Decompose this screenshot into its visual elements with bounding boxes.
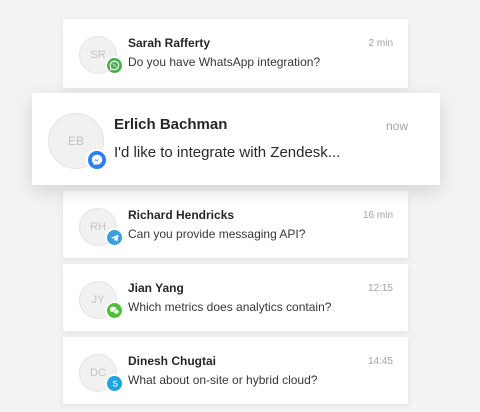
- conversation-item[interactable]: SR Sarah Rafferty Do you have WhatsApp i…: [63, 19, 408, 88]
- timestamp: 2 min: [368, 38, 393, 49]
- contact-name: Erlich Bachman: [114, 116, 228, 133]
- message-preview: What about on-site or hybrid cloud?: [128, 373, 318, 387]
- conversation-item[interactable]: JY Jian Yang Which metrics does analytic…: [63, 264, 408, 331]
- contact-name: Sarah Rafferty: [128, 36, 211, 50]
- conversation-item[interactable]: DC Dinesh Chugtai What about on-site or …: [63, 337, 408, 404]
- conversation-item[interactable]: RH Richard Hendricks Can you provide mes…: [63, 191, 408, 258]
- skype-icon: [105, 374, 124, 393]
- whatsapp-icon: [105, 56, 124, 75]
- avatar-initials: DC: [90, 367, 106, 379]
- message-preview: Can you provide messaging API?: [128, 227, 306, 241]
- avatar-initials: SR: [90, 49, 106, 61]
- timestamp: 16 min: [362, 210, 393, 221]
- wechat-icon: [105, 301, 124, 320]
- timestamp: now: [385, 119, 408, 133]
- contact-name: Dinesh Chugtai: [128, 354, 217, 368]
- timestamp: 14:45: [367, 356, 393, 367]
- messenger-icon: [86, 149, 108, 171]
- message-preview: I'd like to integrate with Zendesk...: [114, 144, 341, 161]
- contact-name: Jian Yang: [128, 281, 184, 295]
- avatar-initials: JY: [91, 294, 105, 306]
- conversation-item-active[interactable]: EB Erlich Bachman I'd like to integrate …: [32, 93, 440, 185]
- avatar-initials: RH: [90, 221, 106, 233]
- avatar-initials: EB: [67, 134, 84, 148]
- message-preview: Do you have WhatsApp integration?: [128, 55, 321, 69]
- contact-name: Richard Hendricks: [128, 208, 235, 222]
- message-preview: Which metrics does analytics contain?: [128, 300, 332, 314]
- timestamp: 12:15: [367, 283, 393, 294]
- telegram-icon: [105, 228, 124, 247]
